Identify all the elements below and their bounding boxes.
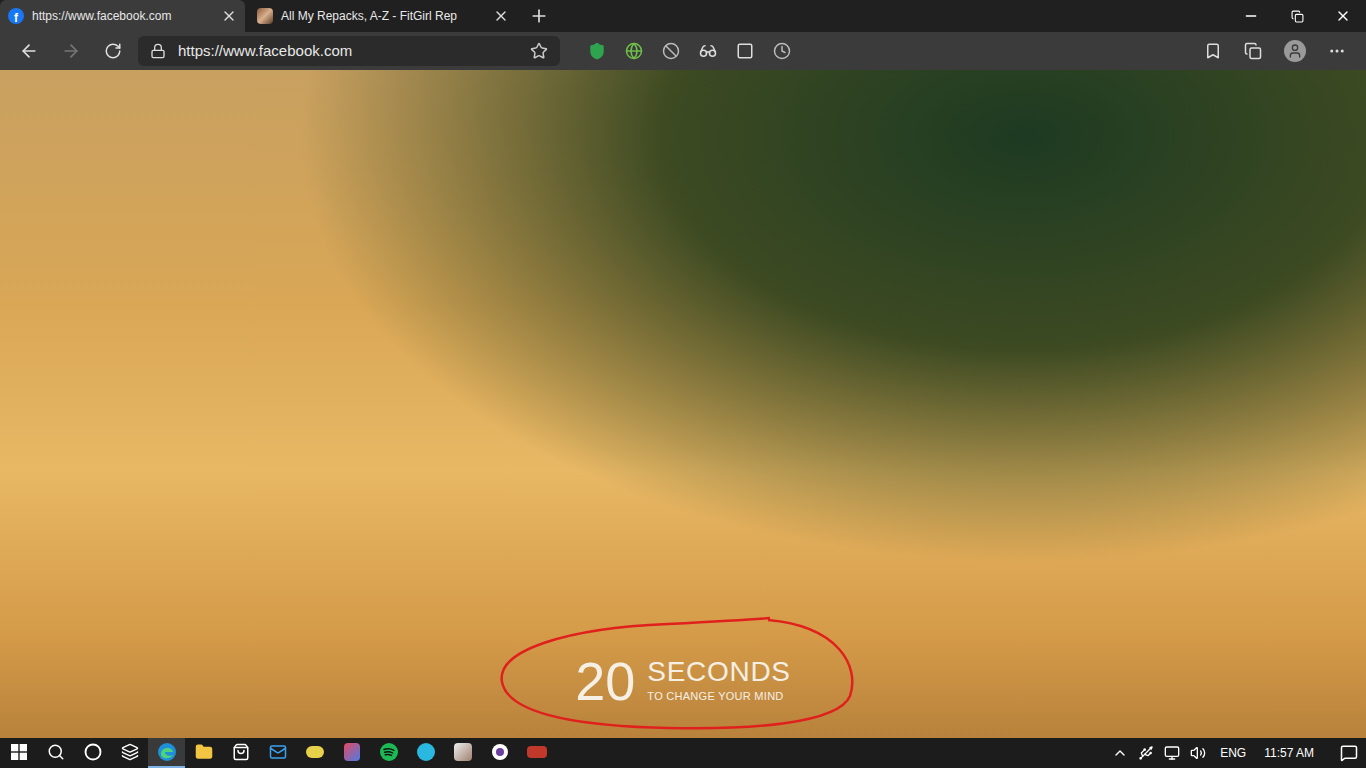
new-tab-button[interactable]: [521, 0, 557, 32]
profile-icon: [1287, 43, 1303, 59]
restore-icon: [1291, 10, 1304, 23]
browser-tab[interactable]: All My Repacks, A-Z - FitGirl Rep: [249, 0, 517, 32]
taskbar: ENG 11:57 AM: [0, 738, 1366, 768]
back-arrow-icon: [19, 41, 39, 61]
taskbar-app[interactable]: [259, 738, 296, 768]
countdown-caption: TO CHANGE YOUR MIND: [647, 690, 790, 704]
toolbar: https://www.facebook.com: [0, 32, 1366, 70]
address-bar[interactable]: https://www.facebook.com: [138, 36, 560, 66]
refresh-button[interactable]: [96, 36, 130, 66]
add-favorite-icon[interactable]: [530, 42, 548, 60]
countdown: 20 SECONDS TO CHANGE YOUR MIND: [575, 654, 790, 708]
screen: f https://www.facebook.com All My Repacks,…: [0, 0, 1366, 768]
close-tab-icon[interactable]: [221, 8, 237, 24]
show-hidden-icons-icon[interactable]: [1112, 745, 1128, 761]
windows-logo-icon: [11, 744, 27, 760]
favorites-icon[interactable]: [1204, 42, 1222, 60]
close-icon: [1335, 8, 1351, 24]
block-extension-icon[interactable]: [662, 42, 680, 60]
photo-app-icon: [454, 743, 472, 761]
forward-arrow-icon: [61, 41, 81, 61]
tab-strip: f https://www.facebook.com All My Repacks,…: [0, 0, 1366, 32]
close-tab-icon[interactable]: [493, 8, 509, 24]
tab-title: All My Repacks, A-Z - FitGirl Rep: [281, 7, 485, 25]
taskbar-app[interactable]: [37, 738, 74, 768]
countdown-number: 20: [575, 654, 635, 708]
timer-extension-icon[interactable]: [773, 42, 791, 60]
tabs: f https://www.facebook.com All My Repacks,…: [0, 0, 517, 32]
cyan-app-icon: [417, 743, 435, 761]
yellow-app-icon: [306, 746, 324, 758]
thumbnail-favicon-icon: [257, 8, 273, 24]
disc-app-icon: [491, 743, 509, 761]
refresh-icon: [104, 42, 122, 60]
taskbar-app[interactable]: [407, 738, 444, 768]
more-icon[interactable]: [1328, 42, 1346, 60]
network-icon[interactable]: [1164, 745, 1180, 761]
red-circle-annotation: [498, 616, 858, 732]
restore-button[interactable]: [1274, 0, 1320, 32]
plus-icon: [529, 6, 549, 26]
colorful-app-icon: [344, 743, 360, 761]
close-button[interactable]: [1320, 0, 1366, 32]
window-controls: [1228, 0, 1366, 32]
task-view-icon: [121, 743, 139, 761]
taskbar-app[interactable]: [333, 738, 370, 768]
collections-icon[interactable]: [1244, 42, 1262, 60]
file-explorer-icon: [195, 743, 213, 761]
blocker-page: 20 SECONDS TO CHANGE YOUR MIND: [0, 70, 1366, 738]
taskbar-app[interactable]: [481, 738, 518, 768]
taskbar-app[interactable]: [444, 738, 481, 768]
forward-button[interactable]: [54, 36, 88, 66]
taskbar-app[interactable]: [185, 738, 222, 768]
lock-icon: [150, 43, 166, 59]
clock[interactable]: 11:57 AM: [1260, 744, 1318, 762]
tab-title: https://www.facebook.com: [32, 7, 213, 25]
profile-button[interactable]: [1284, 40, 1306, 62]
edge-icon: [157, 742, 177, 762]
minimize-button[interactable]: [1228, 0, 1274, 32]
glasses-extension-icon[interactable]: [699, 42, 717, 60]
browser-actions: [1204, 40, 1354, 62]
taskbar-app[interactable]: [148, 738, 185, 768]
red-app-icon: [527, 746, 547, 758]
square-extension-icon[interactable]: [736, 42, 754, 60]
taskbar-app[interactable]: [111, 738, 148, 768]
taskbar-app[interactable]: [222, 738, 259, 768]
taskbar-app[interactable]: [296, 738, 333, 768]
shield-extension-icon[interactable]: [588, 42, 606, 60]
store-icon: [232, 743, 250, 761]
notifications-icon[interactable]: [1340, 744, 1358, 762]
browser-tab[interactable]: f https://www.facebook.com: [0, 0, 245, 32]
taskbar-app[interactable]: [0, 738, 37, 768]
taskbar-app[interactable]: [74, 738, 111, 768]
globe-extension-icon[interactable]: [625, 42, 643, 60]
url-text: https://www.facebook.com: [178, 40, 518, 63]
facebook-favicon-icon: f: [8, 8, 24, 24]
minimize-icon: [1243, 8, 1259, 24]
volume-icon[interactable]: [1190, 745, 1206, 761]
mail-icon: [269, 743, 287, 761]
spotify-icon: [380, 743, 398, 761]
extensions: [588, 42, 791, 60]
back-button[interactable]: [12, 36, 46, 66]
system-tray: ENG 11:57 AM: [1112, 744, 1366, 762]
countdown-unit: SECONDS: [647, 658, 790, 686]
language-indicator[interactable]: ENG: [1216, 744, 1250, 762]
taskbar-app[interactable]: [370, 738, 407, 768]
search-icon: [47, 743, 65, 761]
cortana-icon: [84, 743, 102, 761]
taskbar-app[interactable]: [518, 738, 555, 768]
device-icon[interactable]: [1138, 745, 1154, 761]
